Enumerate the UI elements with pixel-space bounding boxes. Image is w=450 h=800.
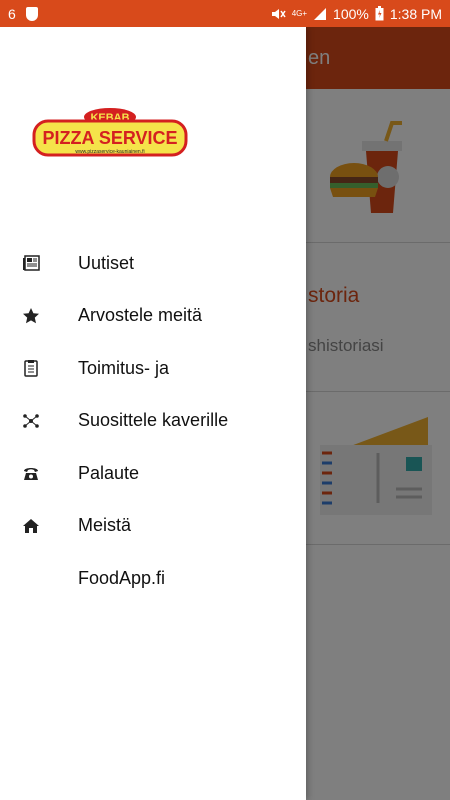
mute-icon <box>270 6 286 22</box>
drawer-item-label: Arvostele meitä <box>78 305 203 326</box>
drawer-item-about[interactable]: Meistä <box>0 500 306 553</box>
drawer-item-label: Suosittele kaverille <box>78 410 229 431</box>
share-icon <box>0 412 78 430</box>
drawer-item-recommend[interactable]: Suosittele kaverille <box>0 395 306 448</box>
drawer-item-label: Toimitus- ja <box>78 357 170 378</box>
drawer-item-feedback[interactable]: Palaute <box>0 447 306 500</box>
network-type: 4G+ <box>291 8 308 18</box>
star-icon <box>0 307 78 325</box>
drawer-item-label: Uutiset <box>78 252 135 273</box>
drawer-item-delivery[interactable]: Toimitus- ja <box>0 342 306 395</box>
drawer-menu: Uutiset Arvostele meitä Toimitus- ja Suo… <box>0 237 306 605</box>
drawer-item-label: Meistä <box>78 515 132 536</box>
battery-icon <box>375 6 384 21</box>
drawer-item-rate-us[interactable]: Arvostele meitä <box>0 290 306 343</box>
pizza-service-logo: KEBAB PIZZA SERVICE www.pizzaservice-kau… <box>32 108 188 157</box>
clock: 1:38 PM <box>389 5 442 22</box>
notification-count: 6 <box>8 5 16 22</box>
svg-text:PIZZA SERVICE: PIZZA SERVICE <box>42 128 177 148</box>
newspaper-icon <box>0 254 78 272</box>
clipboard-icon <box>0 359 78 377</box>
svg-text:www.pizzaservice-kauniainen.fi: www.pizzaservice-kauniainen.fi <box>75 149 144 155</box>
status-bar: 6 4G+ 100% 1:38 PM <box>0 0 450 27</box>
home-icon <box>0 517 78 535</box>
phone-icon <box>0 464 78 482</box>
shield-icon <box>25 6 38 21</box>
drawer-item-foodapp[interactable]: FoodApp.fi <box>0 552 306 605</box>
drawer-item-label: Palaute <box>78 462 140 483</box>
drawer-item-label: FoodApp.fi <box>78 567 166 588</box>
drawer-item-news[interactable]: Uutiset <box>0 237 306 290</box>
signal-icon <box>313 7 327 21</box>
navigation-drawer: KEBAB PIZZA SERVICE www.pizzaservice-kau… <box>0 27 306 800</box>
battery-percent: 100% <box>333 5 369 22</box>
